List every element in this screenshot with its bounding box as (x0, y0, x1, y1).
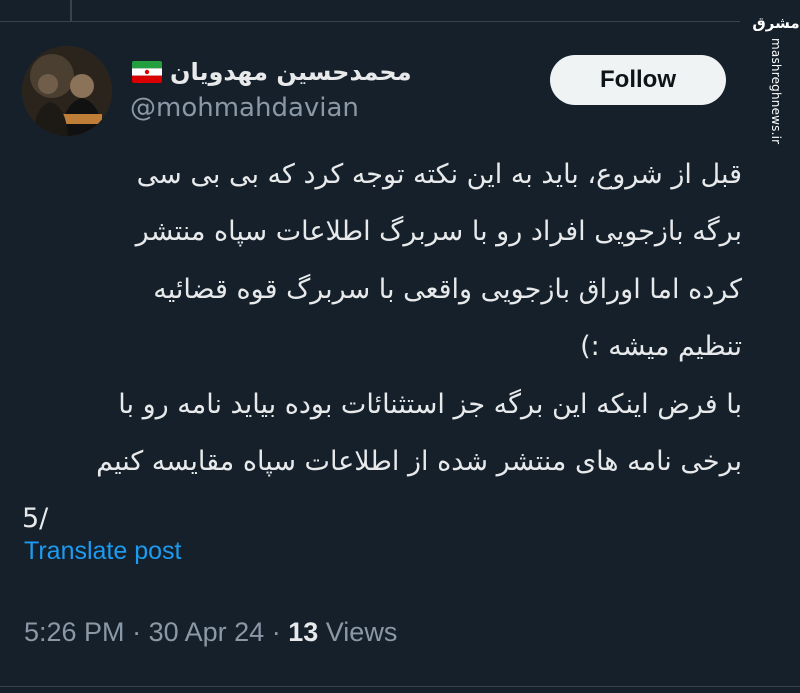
meta-separator: · (271, 617, 281, 647)
tweet-line: با فرض اینکه این برگه جز استثنائات بوده … (118, 388, 742, 420)
tweet-text: قبل از شروع، باید به این نکته توجه کرد ک… (22, 146, 742, 548)
meta-separator: · (132, 617, 142, 647)
tweet-line: برخی نامه های منتشر شده از اطلاعات سپاه … (96, 446, 742, 478)
author-name-row[interactable]: محمدحسین مهدویان (132, 58, 412, 86)
tweet-time[interactable]: 5:26 PM (24, 617, 125, 647)
follow-button[interactable]: Follow (550, 55, 726, 105)
top-divider (0, 21, 740, 22)
thread-connector (0, 0, 72, 22)
translate-post-link[interactable]: Translate post (24, 537, 181, 566)
tweet-line: برگه بازجویی افراد رو با سربرگ اطلاعات س… (135, 216, 742, 248)
tweet-header: محمدحسین مهدویان @mohmahdavian Follow (22, 46, 742, 136)
tweet-date[interactable]: 30 Apr 24 (149, 617, 265, 647)
tweet-line: قبل از شروع، باید به این نکته توجه کرد ک… (136, 159, 742, 190)
tweet-meta: 5:26 PM · 30 Apr 24 · 13 Views (24, 617, 397, 648)
bottom-divider (0, 686, 800, 687)
tweet-line: تنظیم میشه :) (580, 331, 742, 363)
site-watermark: مشرق mashreghnews.ir (752, 14, 799, 145)
watermark-site: mashreghnews.ir (769, 38, 783, 145)
iran-flag-icon (132, 61, 162, 83)
author-display-name[interactable]: محمدحسین مهدویان (170, 58, 412, 86)
author-handle[interactable]: @mohmahdavian (130, 93, 359, 123)
views-label[interactable]: Views (326, 617, 398, 647)
avatar[interactable] (22, 46, 112, 136)
tweet-line: کرده اما اوراق بازجویی واقعی با سربرگ قو… (153, 273, 742, 305)
watermark-logo: مشرق (752, 14, 800, 32)
views-count[interactable]: 13 (288, 617, 318, 647)
